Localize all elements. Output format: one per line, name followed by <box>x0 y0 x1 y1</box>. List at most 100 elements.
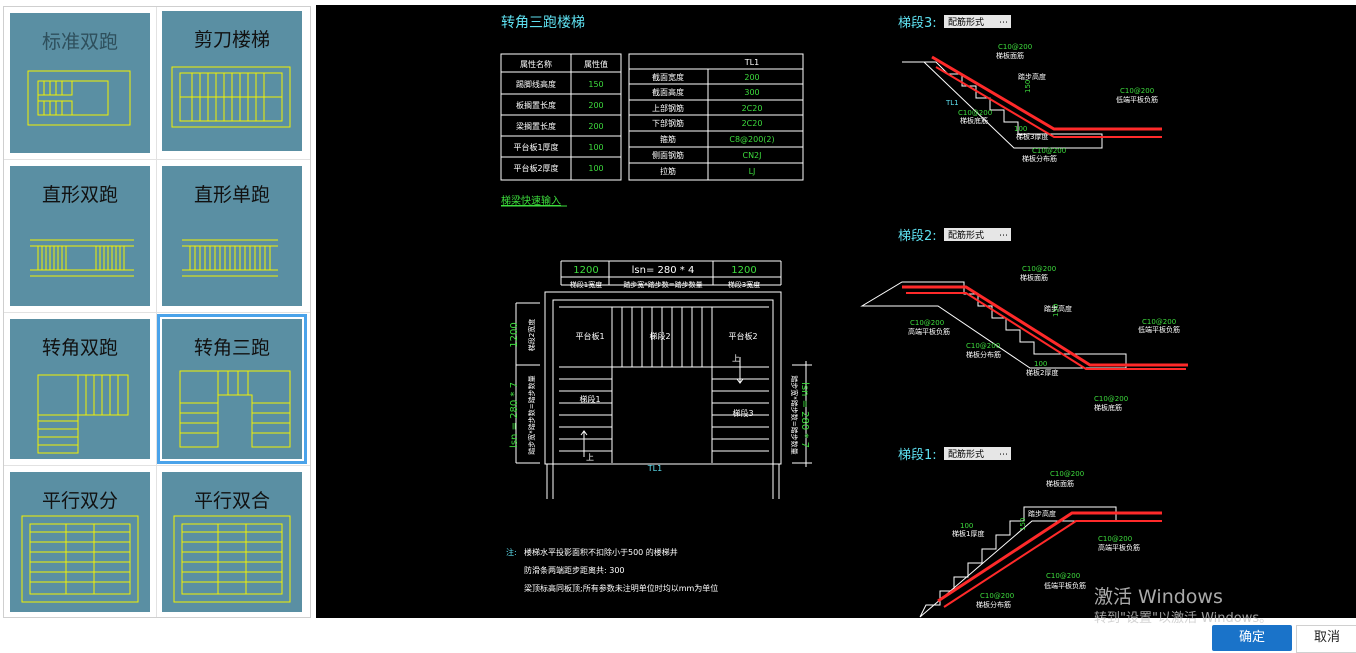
rebar-label: 踏步高度 <box>1044 304 1072 313</box>
dim-label: lsn = 280 * 7 <box>509 382 520 448</box>
table-header: 属性值 <box>584 59 608 69</box>
stair-option-parallel-split[interactable]: 平行双分 <box>10 472 150 612</box>
rebar-label: 梯板面筋 <box>996 51 1024 60</box>
beam-param-name: 侧面钢筋 <box>652 150 684 160</box>
beam-param-value[interactable]: 2C20 <box>742 119 763 128</box>
segment-2: 梯段2: 配筋形式 ⋯ C10@200 C10@200 C10@200 100 … <box>860 228 1188 412</box>
rebar-label: 梯板分布筋 <box>966 350 1001 359</box>
segment-3: 梯段3: 配筋形式 ⋯ C10@200 C10@200 C10@200 C10@… <box>898 15 1162 163</box>
note-line: 防滑条两端距步距离共: 300 <box>524 565 625 575</box>
beam-param-value[interactable]: 300 <box>744 88 759 97</box>
rebar-label: 低端平板负筋 <box>1044 581 1086 590</box>
rebar-label: 梯板分布筋 <box>976 600 1011 609</box>
beam-title: TL1 <box>744 58 759 67</box>
cad-preview: 转角三跑楼梯 属性名称 属性值 踢脚线高度 150 板搁置长度 200 梁搁置长… <box>316 5 1356 618</box>
rebar-spec: C10@200 <box>1094 395 1128 403</box>
rebar-spec: C10@200 <box>1120 87 1154 95</box>
rebar-label: 梯板底筋 <box>960 116 988 125</box>
rebar-spec: C10@200 <box>958 109 992 117</box>
more-icon[interactable]: ⋯ <box>999 18 1008 28</box>
stair-option-label: 剪刀楼梯 <box>193 29 270 51</box>
stair-option-corner-double[interactable]: 转角双跑 <box>10 319 150 459</box>
param-value[interactable]: 150 <box>588 80 603 89</box>
divider <box>4 159 310 160</box>
dim-value: 100 <box>960 522 973 530</box>
dim-sub-label: 梯段2宽度 <box>527 319 536 351</box>
rebar-label: 梯板面筋 <box>1046 479 1074 488</box>
stair-option-straight-double[interactable]: 直形双跑 <box>10 166 150 306</box>
note-line: 梁顶标高同板顶;所有参数未注明单位时均以mm为单位 <box>524 583 718 593</box>
activation-watermark-title: 激活 Windows <box>1094 586 1223 608</box>
segment-title: 梯段3: <box>898 16 937 31</box>
note-line: 楼梯水平投影面积不扣除小于500 的楼梯井 <box>524 547 678 557</box>
dim-sub-label: 踏步宽*踏步数=踏步数量 <box>527 375 536 454</box>
rebar-spec: C10@200 <box>1050 470 1084 478</box>
rebar-spec: C10@200 <box>998 43 1032 51</box>
rebar-label: 梯板分布筋 <box>1022 154 1057 163</box>
beam-param-value[interactable]: C8@200(2) <box>729 135 774 144</box>
param-value[interactable]: 200 <box>588 101 603 110</box>
param-value[interactable]: 200 <box>588 122 603 131</box>
stair-option-corner-triple[interactable]: 转角三跑 <box>157 314 307 464</box>
param-name: 梁搁置长度 <box>516 121 556 131</box>
beam-param-value[interactable]: 2C20 <box>742 104 763 113</box>
cancel-button[interactable]: 取消 <box>1296 625 1356 653</box>
dim-value: 150 <box>1019 518 1027 531</box>
table-header: 属性名称 <box>520 59 552 69</box>
rebar-label: 踏步高度 <box>1018 72 1046 81</box>
more-icon[interactable]: ⋯ <box>999 231 1008 241</box>
rebar-label: 低端平板负筋 <box>1138 325 1180 334</box>
rebar-spec: C10@200 <box>1098 535 1132 543</box>
segment-title: 梯段1: <box>898 448 937 463</box>
dim-sub-label: 梯段3宽度 <box>728 280 760 289</box>
stair-option-straight-single[interactable]: 直形单跑 <box>162 166 302 306</box>
dim-sub-label: 梯段1宽度 <box>570 280 602 289</box>
dim-sub-label: 踏步宽*踏步数=踏步数量 <box>790 375 799 454</box>
divider <box>4 312 310 313</box>
plan-left-dims: 1200 lsn = 280 * 7 lsn = 280 * 7 <box>509 322 810 448</box>
plan-label: 梯段1 <box>579 394 600 404</box>
plan-label: 梯段2 <box>649 331 670 341</box>
param-name: 平台板1厚度 <box>513 142 558 152</box>
params-table: 属性名称 属性值 踢脚线高度 150 板搁置长度 200 梁搁置长度 200 平… <box>500 53 622 181</box>
beam-param-value[interactable]: CN2J <box>742 151 761 160</box>
confirm-button[interactable]: 确定 <box>1212 625 1292 651</box>
beam-param-name: 上部钢筋 <box>652 103 684 113</box>
param-name: 平台板2厚度 <box>513 163 558 173</box>
plan-dim-subs: 梯段1宽度 踏步宽*踏步数=踏步数量 梯段3宽度 <box>570 280 760 289</box>
stair-option-scissor[interactable]: 剪刀楼梯 <box>162 11 302 151</box>
beam-param-value[interactable]: LJ <box>749 167 756 176</box>
beam-param-name: 拉筋 <box>660 166 676 176</box>
more-icon[interactable]: ⋯ <box>999 450 1008 460</box>
rebar-label: 梯板1厚度 <box>952 529 984 538</box>
rebar-spec: C10@200 <box>980 592 1014 600</box>
rebar-spec: C10@200 <box>910 319 944 327</box>
beam-param-name: 下部钢筋 <box>652 118 684 128</box>
rebar-spec: C10@200 <box>1046 572 1080 580</box>
rebar-label: 高端平板负筋 <box>1098 543 1140 552</box>
rebar-spec: C10@200 <box>1032 147 1066 155</box>
stair-option-parallel-merge[interactable]: 平行双合 <box>162 472 302 612</box>
dim-label: 1200 <box>509 322 520 347</box>
stair-option-label: 标准双跑 <box>41 31 118 53</box>
param-name: 踢脚线高度 <box>516 79 556 89</box>
dim-label: lsn = 280 * 7 <box>799 382 810 448</box>
stair-option-label: 直形双跑 <box>41 184 118 206</box>
beam-param-name: 截面高度 <box>652 87 684 97</box>
plan-label: 上 <box>586 453 594 462</box>
param-value[interactable]: 100 <box>588 143 603 152</box>
rebar-label: 低端平板负筋 <box>1116 95 1158 104</box>
rebar-style-select-label: 配筋形式 <box>948 448 984 460</box>
drawing-title: 转角三跑楼梯 <box>501 15 585 31</box>
param-value[interactable]: 100 <box>588 164 603 173</box>
beam-param-value[interactable]: 200 <box>744 73 759 82</box>
stair-option-label: 平行双分 <box>41 490 118 512</box>
dim-value: 150 <box>1024 80 1032 93</box>
rebar-label: 梯板底筋 <box>1094 403 1122 412</box>
quick-input-link[interactable]: 梯梁快速输入 <box>501 194 561 207</box>
beam-param-name: 截面宽度 <box>652 72 684 82</box>
rebar-label: 踏步高度 <box>1028 509 1056 518</box>
dim-value: 100 <box>1014 125 1027 133</box>
stair-option-standard-double[interactable]: 标准双跑 <box>10 13 150 153</box>
rebar-spec: C10@200 <box>1142 318 1176 326</box>
